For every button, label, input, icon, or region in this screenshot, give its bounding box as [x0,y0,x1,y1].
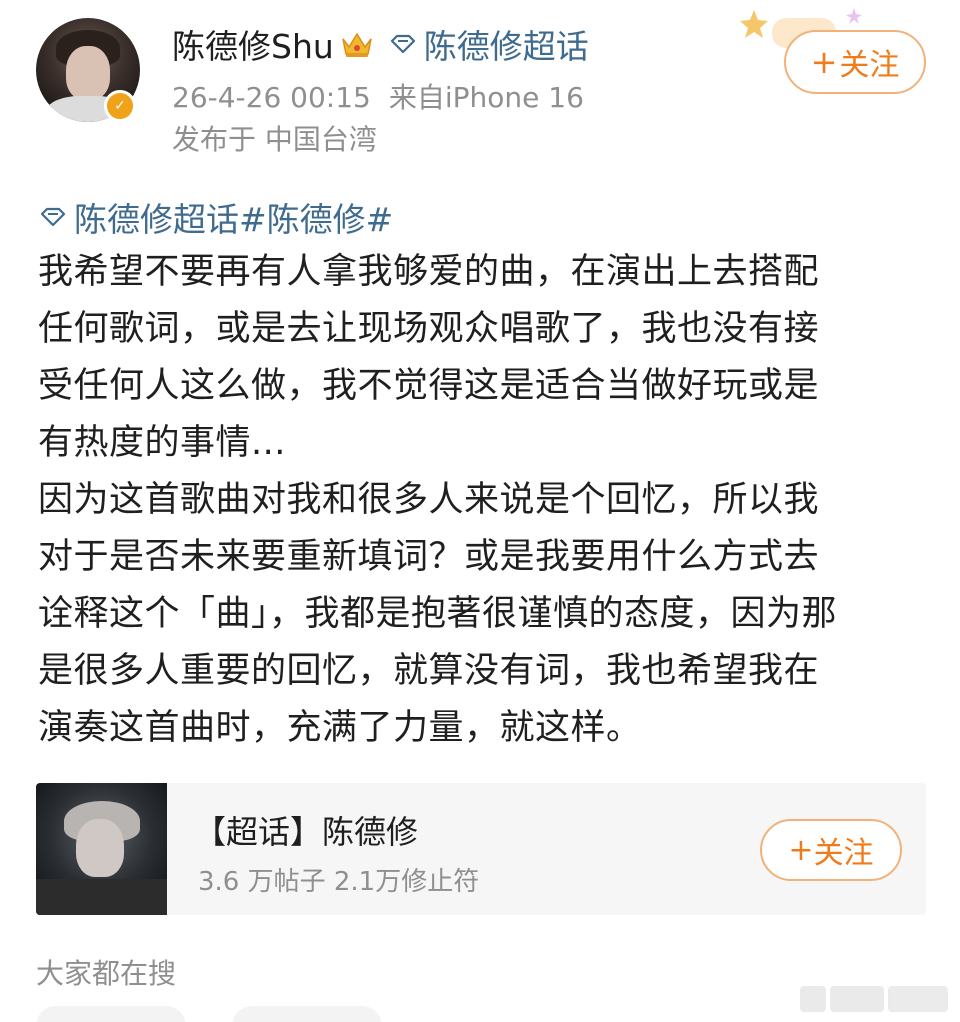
super-topic-diamond-icon [40,207,66,227]
post-location: 发布于 中国台湾 [172,123,377,156]
post-meta: 26-4-26 00:15 来自iPhone 16 [172,76,584,116]
follow-topic-button[interactable]: + 关注 [760,819,902,881]
plus-icon: + [810,43,838,81]
related-search-chip[interactable] [36,1006,186,1022]
post-body-line: 诠释这个「曲」，我都是抱著很谨慎的态度，因为那 [38,594,838,634]
watermark-logo [800,982,950,1016]
post-source: 来自iPhone 16 [388,81,584,114]
super-topic-title: 【超话】陈德修 [194,813,419,851]
post-hashtag-text: 陈德修超话#陈德修# [74,200,394,239]
super-topic-diamond-icon [390,34,415,54]
avatar-face [66,46,110,100]
author-topic-name: 陈德修超话 [423,27,589,66]
super-topic-thumbnail [36,783,167,915]
follow-author-label: 关注 [839,48,900,83]
verified-badge-icon: ✓ [104,90,136,122]
plus-icon: + [788,832,814,868]
post-timestamp: 26-4-26 00:15 [172,81,371,114]
author-name[interactable]: 陈德修Shu [172,20,334,68]
post-body: 我希望不要再有人拿我够爱的曲，在演出上去搭配 任何歌词，或是去让现场观众唱歌了，… [38,244,908,757]
post-body-line: 是很多人重要的回忆，就算没有词，我也希望我在 [38,651,820,691]
super-topic-card[interactable]: 【超话】陈德修 3.6 万帖子 2.1万修止符 + 关注 [36,783,926,915]
super-topic-stats: 3.6 万帖子 2.1万修止符 [198,867,480,897]
post-body-line: 对于是否未来要重新填词？或是我要用什么方式去 [38,537,820,577]
post-body-line: 任何歌词，或是去让现场观众唱歌了，我也没有接 [38,309,820,349]
post-body-line: 我希望不要再有人拿我够爱的曲，在演出上去搭配 [38,252,820,292]
post-hashtag-link[interactable]: 陈德修超话#陈德修# [38,193,393,241]
follow-topic-label: 关注 [813,836,874,871]
author-row: 陈德修Shu 陈德修超话 [172,22,589,66]
related-searches-title: 大家都在搜 [36,957,177,990]
post-body-line: 受任何人这么做，我不觉得这是适合当做好玩或是 [38,366,820,406]
author-topic-link[interactable]: 陈德修超话 [388,20,589,68]
follow-author-button[interactable]: + 关注 [784,30,926,94]
post-body-line: 因为这首歌曲对我和很多人来说是个回忆，所以我 [38,480,820,520]
crown-icon [342,32,372,57]
post-body-line: 演奏这首曲时，充满了力量，就这样。 [38,708,642,748]
post-body-line: 有热度的事情... [38,423,286,463]
related-search-chip[interactable] [232,1006,382,1022]
